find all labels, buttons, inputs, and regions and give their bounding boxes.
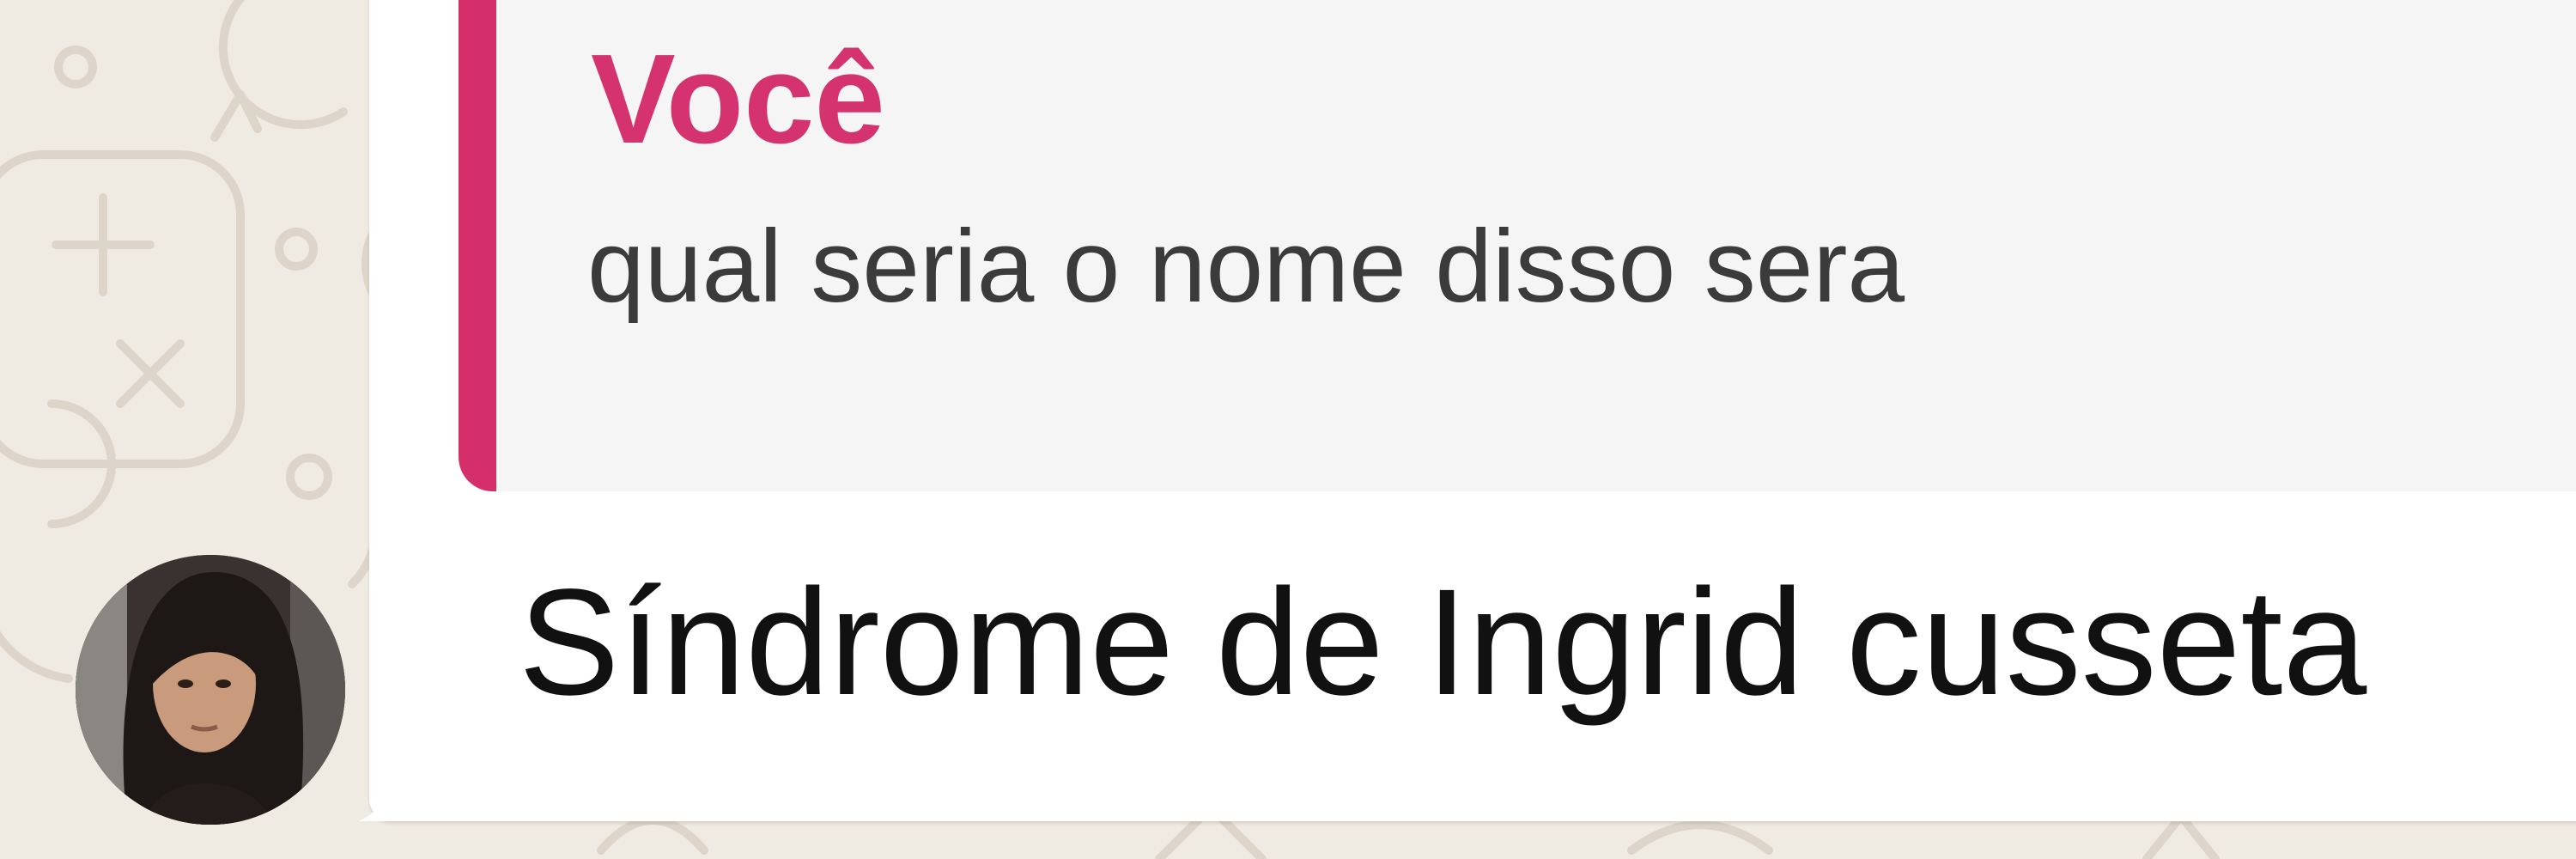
quoted-message[interactable]: Você qual seria o nome disso sera <box>459 0 2576 491</box>
quote-accent-bar <box>459 0 496 491</box>
bubble-tail-icon <box>359 773 410 821</box>
message-text: Síndrome de Ingrid cusseta <box>519 558 2367 727</box>
contact-avatar[interactable] <box>76 555 345 825</box>
quoted-text: qual seria o nome disso sera <box>587 209 1905 324</box>
quoted-author: Você <box>591 28 885 170</box>
